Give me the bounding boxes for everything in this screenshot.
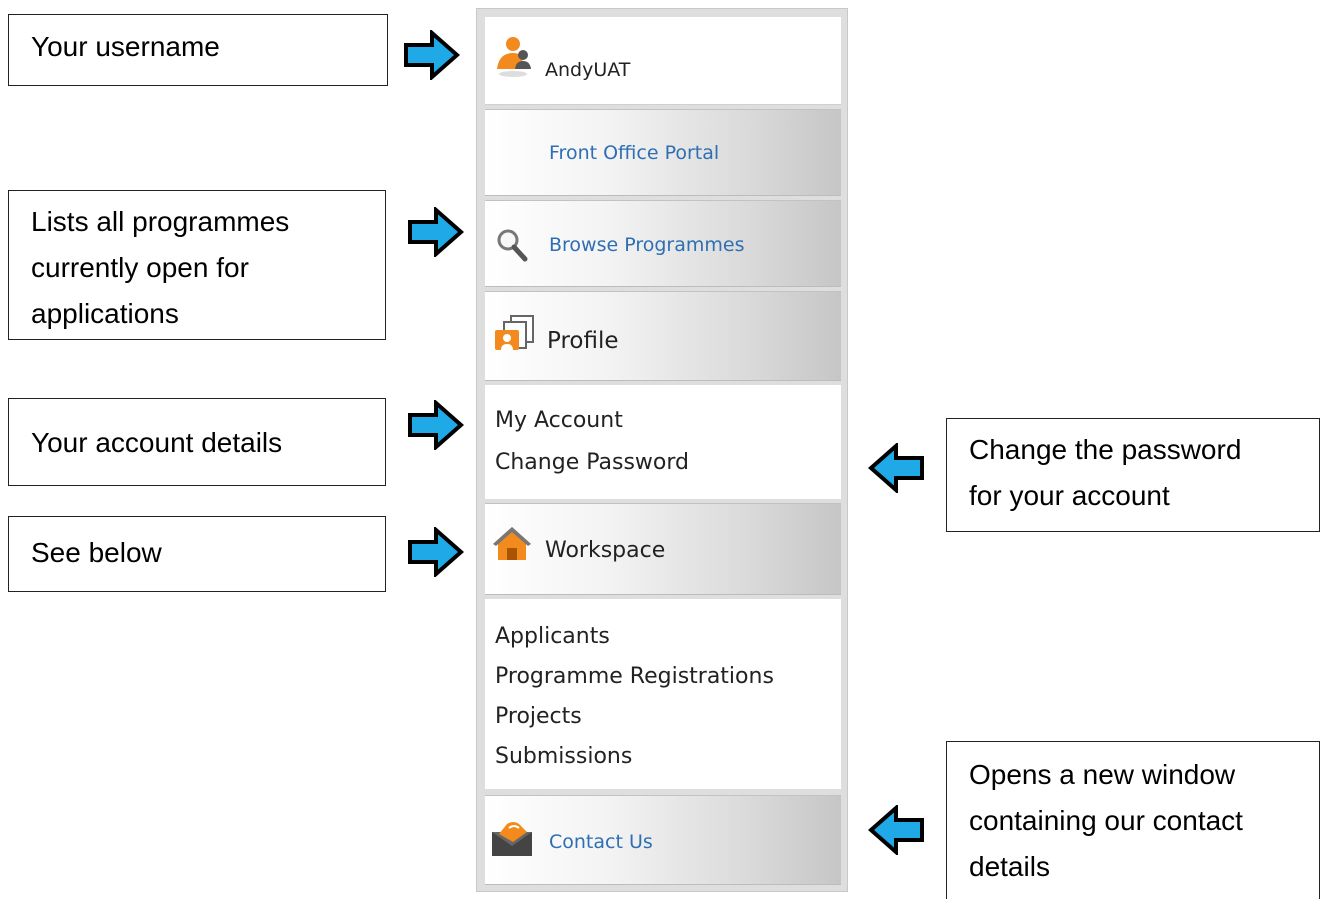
callout-line: Lists all programmes <box>31 206 290 237</box>
callout-line: applications <box>31 298 179 329</box>
profile-header[interactable]: Profile <box>485 291 841 381</box>
front-office-portal-link[interactable]: Front Office Portal <box>549 142 719 164</box>
profile-links: My Account Change Password <box>485 385 841 499</box>
callout-line: See below <box>31 537 162 568</box>
callout-username: Your username <box>8 14 388 86</box>
programme-registrations-link[interactable]: Programme Registrations <box>495 657 774 697</box>
arrow-right-icon <box>408 527 464 577</box>
user-icon <box>497 37 531 77</box>
contact-us-link[interactable]: Contact Us <box>549 831 653 853</box>
browse-programmes-item[interactable]: Browse Programmes <box>485 200 841 287</box>
callout-password: Change the password for your account <box>946 418 1320 532</box>
callout-line: details <box>969 851 1050 882</box>
callout-browse: Lists all programmes currently open for … <box>8 190 386 340</box>
workspace-header[interactable]: Workspace <box>485 503 841 595</box>
arrow-left-icon <box>868 443 924 493</box>
applicants-link[interactable]: Applicants <box>495 617 610 657</box>
arrow-right-icon <box>408 400 464 450</box>
callout-line: Your account details <box>31 427 283 458</box>
callout-contact: Opens a new window containing our contac… <box>946 741 1320 899</box>
callout-line: currently open for <box>31 252 249 283</box>
arrow-left-icon <box>868 805 924 855</box>
arrow-right-icon <box>408 207 464 257</box>
profile-label: Profile <box>547 328 619 354</box>
front-office-portal-item[interactable]: Front Office Portal <box>485 109 841 196</box>
sidebar-panel: AndyUAT Front Office Portal Browse Progr… <box>476 8 848 892</box>
username: AndyUAT <box>545 59 631 81</box>
change-password-link[interactable]: Change Password <box>495 443 689 483</box>
callout-workspace: See below <box>8 516 386 592</box>
envelope-icon <box>492 822 532 856</box>
workspace-links: Applicants Programme Registrations Proje… <box>485 599 841 789</box>
callout-line: Your username <box>31 31 220 62</box>
projects-link[interactable]: Projects <box>495 697 582 737</box>
callout-line: Opens a new window <box>969 759 1236 790</box>
profile-cards-icon <box>495 315 534 350</box>
arrow-right-icon <box>404 30 460 80</box>
workspace-label: Workspace <box>545 538 666 563</box>
my-account-link[interactable]: My Account <box>495 401 623 441</box>
magnifier-icon <box>497 229 528 262</box>
submissions-link[interactable]: Submissions <box>495 737 632 777</box>
callout-line: containing our contact <box>969 805 1243 836</box>
callout-line: for your account <box>969 480 1170 511</box>
browse-programmes-link[interactable]: Browse Programmes <box>549 234 744 256</box>
contact-us-item[interactable]: Contact Us <box>485 795 841 885</box>
home-icon <box>493 527 531 560</box>
callout-account: Your account details <box>8 398 386 486</box>
callout-line: Change the password <box>969 434 1242 465</box>
user-row[interactable]: AndyUAT <box>485 17 841 105</box>
